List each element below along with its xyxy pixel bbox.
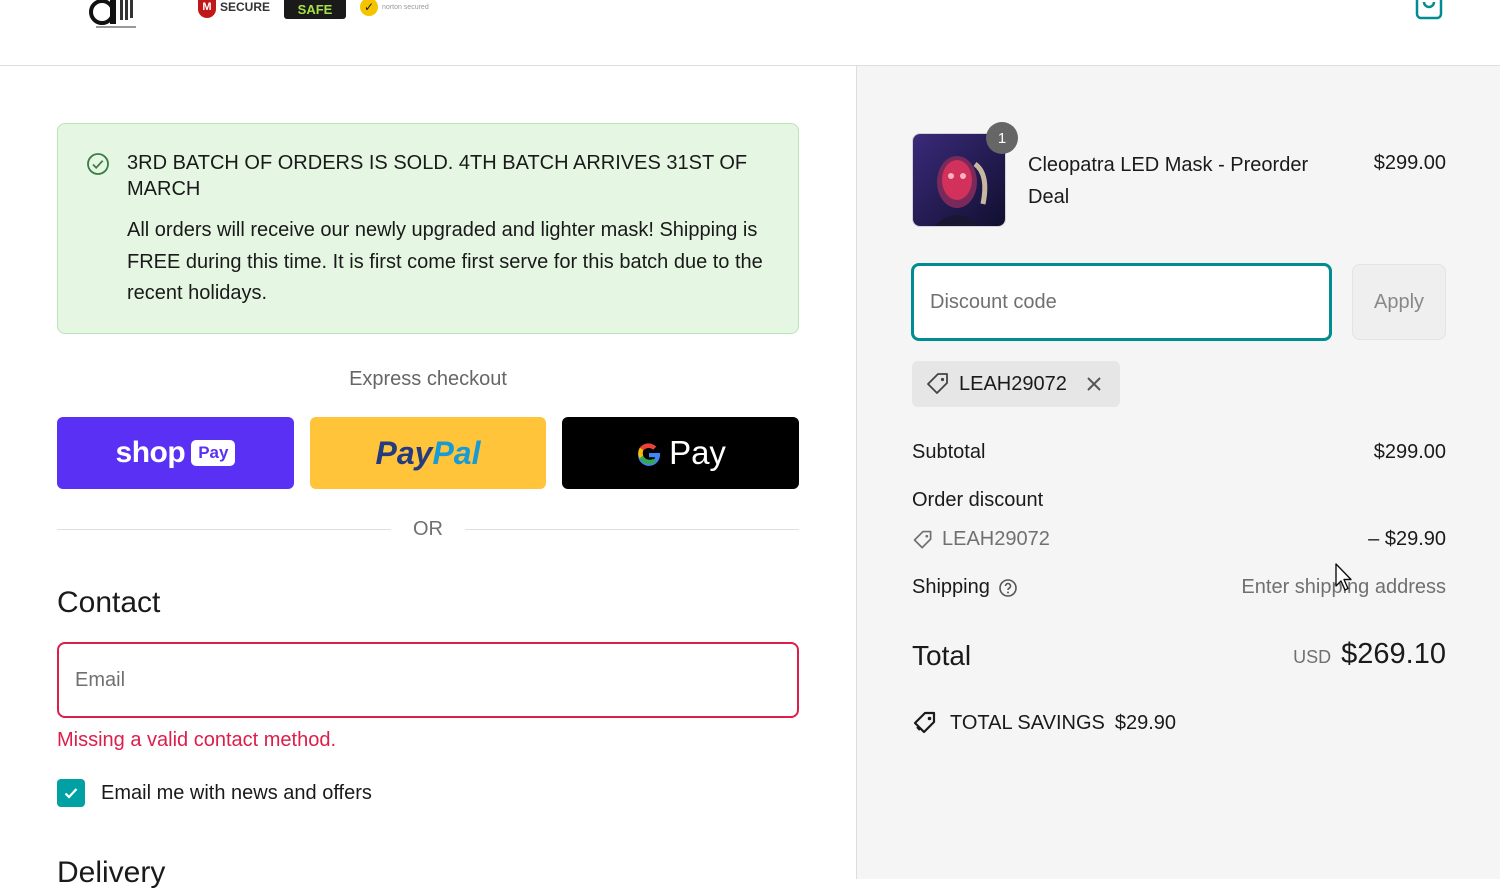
hacker-safe-badge: SAFE — [284, 0, 347, 19]
product-price: $299.00 — [1373, 152, 1446, 174]
paypal-button[interactable]: Pay Pal — [310, 417, 546, 489]
total-currency: USD — [1293, 647, 1332, 667]
total-value: USD $269.10 — [1293, 638, 1446, 671]
or-label: OR — [413, 518, 443, 540]
quantity-badge: 1 — [986, 122, 1018, 154]
google-g-icon — [638, 443, 661, 466]
mcafee-secure-badge: M SECURE — [198, 0, 270, 18]
total-amount: $269.10 — [1341, 638, 1446, 670]
express-checkout-label: Express checkout — [349, 368, 507, 390]
shipping-row: Shipping — [912, 576, 1018, 599]
site-header: M SECURE SAFE ✓ norton secured — [0, 0, 1500, 66]
total-savings-label: TOTAL SAVINGS — [950, 711, 1105, 734]
norton-check-icon: ✓ — [360, 0, 379, 16]
help-circle-icon[interactable] — [998, 578, 1018, 598]
total-savings-amount: $29.90 — [1114, 711, 1177, 734]
cleopatra-logo[interactable] — [88, 0, 142, 30]
subtotal-value: $299.00 — [1373, 441, 1446, 463]
mcafee-shield-icon: M — [198, 0, 216, 18]
or-divider: OR — [57, 516, 799, 544]
banner-body: All orders will receive our newly upgrad… — [127, 219, 763, 304]
discount-code-field[interactable] — [911, 263, 1332, 341]
order-discount-amount: – $29.90 — [1368, 528, 1446, 550]
divider-line-left — [57, 529, 391, 530]
paypal-wordmark-pay: Pay — [375, 434, 433, 471]
shop-pay-button[interactable]: shop Pay — [57, 417, 294, 489]
email-error-message: Missing a valid contact method. — [57, 729, 337, 751]
applied-discount-chip: LEAH29072 — [912, 361, 1120, 407]
google-pay-wordmark: Pay — [669, 434, 726, 471]
contact-heading: Contact — [57, 586, 161, 619]
norton-secured-badge: ✓ norton secured — [360, 0, 429, 16]
remove-discount-close-icon[interactable] — [1085, 375, 1103, 393]
newsletter-checkbox[interactable] — [57, 779, 85, 807]
product-name: Cleopatra LED Mask - Preorder Deal — [1028, 154, 1309, 208]
discount-code-input[interactable] — [914, 266, 1329, 338]
total-label: Total — [912, 640, 972, 671]
total-savings-row: TOTAL SAVINGS $29.90 — [912, 710, 1176, 736]
order-discount-label: Order discount — [912, 489, 1044, 511]
banner-title: 3RD BATCH OF ORDERS IS SOLD. 4TH BATCH A… — [127, 152, 748, 200]
shop-pay-pill: Pay — [191, 440, 236, 466]
email-field[interactable] — [57, 642, 799, 718]
checkmark-icon — [64, 788, 78, 799]
order-discount-code: LEAH29072 — [942, 528, 1050, 550]
trust-badges: M SECURE SAFE ✓ norton secured — [198, 0, 429, 20]
tag-icon — [927, 373, 948, 394]
shop-pay-wordmark: shop — [115, 436, 186, 469]
subtotal-label: Subtotal — [912, 441, 986, 463]
announcement-banner: 3RD BATCH OF ORDERS IS SOLD. 4TH BATCH A… — [57, 123, 799, 334]
mouse-cursor-icon — [1335, 563, 1352, 591]
email-input[interactable] — [59, 644, 797, 716]
shipping-label: Shipping — [912, 576, 990, 598]
order-discount-code-row: LEAH29072 — [912, 528, 1050, 551]
google-pay-button[interactable]: Pay — [562, 417, 799, 489]
delivery-heading: Delivery — [57, 856, 166, 889]
apply-discount-button[interactable]: Apply — [1352, 264, 1446, 340]
tag-icon — [913, 530, 932, 548]
divider-line-right — [465, 529, 799, 530]
newsletter-label: Email me with news and offers — [101, 781, 372, 804]
shopping-bag-icon[interactable] — [1414, 0, 1444, 20]
newsletter-option[interactable]: Email me with news and offers — [57, 779, 372, 807]
paypal-wordmark-pal: Pal — [432, 434, 481, 471]
check-circle-icon — [87, 153, 109, 175]
applied-discount-code: LEAH29072 — [959, 372, 1067, 395]
savings-tag-icon — [913, 711, 936, 734]
